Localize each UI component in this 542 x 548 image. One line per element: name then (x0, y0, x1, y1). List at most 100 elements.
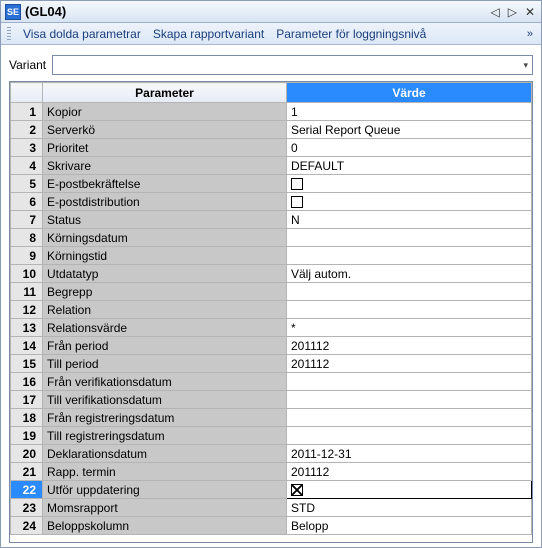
table-row[interactable]: 16Från verifikationsdatum (11, 373, 532, 391)
value-cell[interactable]: Belopp (287, 517, 532, 535)
table-row[interactable]: 15Till period201112 (11, 355, 532, 373)
table-row[interactable]: 23MomsrapportSTD (11, 499, 532, 517)
table-row[interactable]: 20Deklarationsdatum2011-12-31 (11, 445, 532, 463)
row-number[interactable]: 6 (11, 193, 43, 211)
row-number[interactable]: 20 (11, 445, 43, 463)
titlebar: SE (GL04) ◁ ▷ ✕ (1, 1, 541, 23)
row-number[interactable]: 7 (11, 211, 43, 229)
param-cell: Utdatatyp (43, 265, 287, 283)
row-number[interactable]: 19 (11, 427, 43, 445)
row-number[interactable]: 23 (11, 499, 43, 517)
value-cell[interactable] (287, 229, 532, 247)
app-icon: SE (5, 4, 21, 20)
value-cell[interactable]: 201112 (287, 337, 532, 355)
value-cell[interactable]: 0 (287, 139, 532, 157)
checkbox[interactable] (291, 178, 303, 190)
value-cell[interactable] (287, 409, 532, 427)
menu-create-report-variant[interactable]: Skapa rapportvariant (149, 25, 268, 43)
value-cell[interactable]: STD (287, 499, 532, 517)
col-parameter[interactable]: Parameter (43, 83, 287, 103)
menu-logging-level-param[interactable]: Parameter för loggningsnivå (272, 25, 430, 43)
table-row[interactable]: 14Från period201112 (11, 337, 532, 355)
close-button[interactable]: ✕ (523, 5, 537, 19)
value-cell[interactable] (287, 193, 532, 211)
menubar-grip[interactable] (7, 27, 11, 41)
row-number[interactable]: 1 (11, 103, 43, 121)
checkbox[interactable] (291, 196, 303, 208)
param-cell: Momsrapport (43, 499, 287, 517)
row-number[interactable]: 10 (11, 265, 43, 283)
menu-show-hidden-params[interactable]: Visa dolda parametrar (19, 25, 145, 43)
table-row[interactable]: 12Relation (11, 301, 532, 319)
table-row[interactable]: 4SkrivareDEFAULT (11, 157, 532, 175)
value-cell[interactable] (287, 427, 532, 445)
value-cell[interactable] (287, 247, 532, 265)
table-row[interactable]: 8Körningsdatum (11, 229, 532, 247)
row-number[interactable]: 24 (11, 517, 43, 535)
value-cell[interactable] (287, 283, 532, 301)
table-row[interactable]: 1Kopior1 (11, 103, 532, 121)
table-row[interactable]: 22Utför uppdatering (11, 481, 532, 499)
window-title: (GL04) (25, 4, 66, 19)
table-row[interactable]: 19Till registreringsdatum (11, 427, 532, 445)
param-cell: Rapp. termin (43, 463, 287, 481)
table-row[interactable]: 24BeloppskolumnBelopp (11, 517, 532, 535)
table-row[interactable]: 11Begrepp (11, 283, 532, 301)
checkbox[interactable] (291, 484, 303, 496)
table-row[interactable]: 9Körningstid (11, 247, 532, 265)
table-row[interactable]: 5E-postbekräftelse (11, 175, 532, 193)
param-cell: E-postdistribution (43, 193, 287, 211)
menu-expand-icon[interactable]: » (525, 28, 535, 40)
value-cell[interactable]: N (287, 211, 532, 229)
param-cell: Till period (43, 355, 287, 373)
value-cell[interactable]: 1 (287, 103, 532, 121)
table-row[interactable]: 13Relationsvärde* (11, 319, 532, 337)
value-cell[interactable] (287, 391, 532, 409)
value-cell[interactable] (287, 373, 532, 391)
value-cell[interactable]: 201112 (287, 463, 532, 481)
value-cell[interactable] (287, 301, 532, 319)
row-number[interactable]: 17 (11, 391, 43, 409)
table-row[interactable]: 3Prioritet0 (11, 139, 532, 157)
row-number[interactable]: 15 (11, 355, 43, 373)
value-cell[interactable]: 2011-12-31 (287, 445, 532, 463)
param-cell: Skrivare (43, 157, 287, 175)
param-cell: Körningsdatum (43, 229, 287, 247)
row-number[interactable]: 5 (11, 175, 43, 193)
value-cell[interactable]: Välj autom. (287, 265, 532, 283)
row-number[interactable]: 13 (11, 319, 43, 337)
value-cell[interactable] (287, 175, 532, 193)
table-row[interactable]: 2ServerköSerial Report Queue (11, 121, 532, 139)
row-number[interactable]: 8 (11, 229, 43, 247)
row-number[interactable]: 18 (11, 409, 43, 427)
row-number[interactable]: 3 (11, 139, 43, 157)
table-row[interactable]: 7StatusN (11, 211, 532, 229)
row-number[interactable]: 21 (11, 463, 43, 481)
value-cell[interactable]: 201112 (287, 355, 532, 373)
table-row[interactable]: 21Rapp. termin201112 (11, 463, 532, 481)
value-cell[interactable]: DEFAULT (287, 157, 532, 175)
row-number[interactable]: 12 (11, 301, 43, 319)
param-cell: Körningstid (43, 247, 287, 265)
table-row[interactable]: 10UtdatatypVälj autom. (11, 265, 532, 283)
row-number[interactable]: 2 (11, 121, 43, 139)
variant-combo[interactable]: ▾ (52, 55, 533, 75)
param-cell: Prioritet (43, 139, 287, 157)
row-number[interactable]: 9 (11, 247, 43, 265)
col-value[interactable]: Värde (287, 83, 532, 103)
value-cell[interactable]: Serial Report Queue (287, 121, 532, 139)
parameter-grid[interactable]: Parameter Värde 1Kopior12ServerköSerial … (9, 81, 533, 543)
value-cell[interactable] (287, 481, 532, 499)
row-number[interactable]: 22 (11, 481, 43, 499)
row-number[interactable]: 14 (11, 337, 43, 355)
menubar: Visa dolda parametrar Skapa rapportvaria… (1, 23, 541, 45)
value-cell[interactable]: * (287, 319, 532, 337)
table-row[interactable]: 17Till verifikationsdatum (11, 391, 532, 409)
prev-button[interactable]: ◁ (488, 5, 501, 19)
row-number[interactable]: 16 (11, 373, 43, 391)
row-number[interactable]: 4 (11, 157, 43, 175)
row-number[interactable]: 11 (11, 283, 43, 301)
next-button[interactable]: ▷ (506, 5, 519, 19)
table-row[interactable]: 18Från registreringsdatum (11, 409, 532, 427)
table-row[interactable]: 6E-postdistribution (11, 193, 532, 211)
